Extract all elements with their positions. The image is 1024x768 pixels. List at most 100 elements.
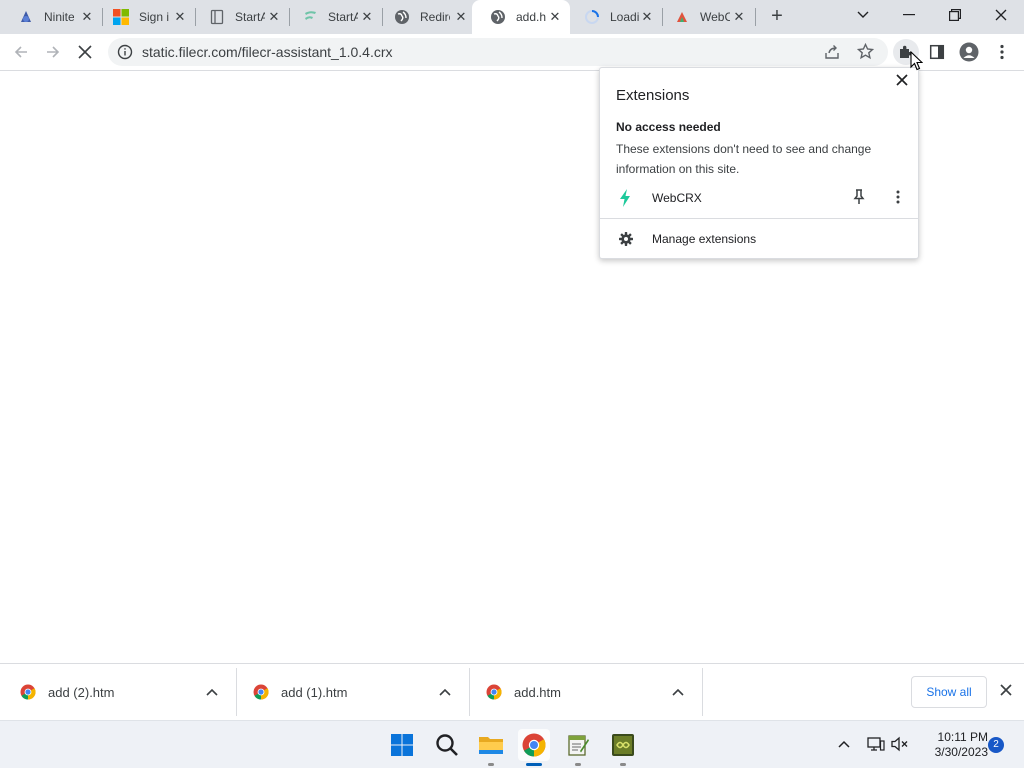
manage-extensions-label: Manage extensions [652,232,757,246]
clock-date: 3/30/2023 [934,745,988,759]
url-text[interactable]: static.filecr.com/filecr-assistant_1.0.4… [142,44,393,60]
close-tab-icon[interactable]: ✕ [732,10,746,24]
chevron-up-icon[interactable] [670,684,686,700]
chevron-up-icon[interactable] [204,684,220,700]
close-tab-icon[interactable]: ✕ [548,10,562,24]
download-file-name: add (1).htm [281,685,348,700]
globe-icon [394,9,410,25]
mouse-cursor-icon [910,50,924,76]
back-arrow-icon[interactable] [9,40,33,64]
windows-start-icon[interactable] [386,729,418,761]
minimize-icon[interactable] [895,4,923,26]
download-item[interactable]: add (1).htm [233,664,467,720]
side-panel-icon[interactable] [925,40,949,64]
section-heading: No access needed [616,120,721,134]
close-tab-icon[interactable]: ✕ [640,10,654,24]
microsoft-icon [113,9,129,25]
system-clock[interactable]: 10:11 PM 3/30/2023 [920,730,988,760]
volume-muted-icon[interactable] [890,733,910,755]
gear-icon [619,232,633,251]
webcrx-bolt-icon [618,189,632,212]
tab-search-chevron-icon[interactable] [849,4,877,26]
show-all-button[interactable]: Show all [911,676,987,708]
divider [600,218,918,219]
extension-more-icon[interactable] [896,190,900,209]
stop-loading-icon[interactable] [73,40,97,64]
tab-title: StartAllBack [328,10,358,24]
menu-more-icon[interactable] [990,40,1014,64]
tab-separator [755,8,756,26]
tab-title: StartAllBack [235,10,265,24]
tab-title: Sign in [139,10,169,24]
f-logo-icon [302,9,318,25]
search-icon[interactable] [431,729,463,761]
tab-webcrx[interactable]: WebCRX ✕ [656,0,754,34]
tab-strip: Ninite ✕ Sign in ✕ StartAllBack ✕ StartA… [0,0,1024,34]
tab-title: Ninite [44,10,74,24]
tab-add-htm[interactable]: add.htm ✕ [472,0,570,34]
clock-time: 10:11 PM [937,730,988,744]
chevron-up-icon[interactable] [437,684,453,700]
address-bar[interactable]: static.filecr.com/filecr-assistant_1.0.4… [108,38,888,66]
download-file-name: add.htm [514,685,561,700]
ninite-icon [18,9,34,25]
site-info-icon[interactable] [117,44,133,65]
tab-loading[interactable]: Loading ✕ [566,0,662,34]
tab-sign-in[interactable]: Sign in ✕ [95,0,195,34]
close-tab-icon[interactable]: ✕ [454,10,468,24]
tab-startallback-2[interactable]: StartAllBack ✕ [284,0,382,34]
bookmark-star-icon[interactable] [856,42,875,65]
chrome-file-icon [486,684,502,700]
running-indicator [620,763,626,766]
manage-extensions-button[interactable]: Manage extensions [600,226,918,252]
webcrx-icon [674,9,690,25]
download-separator [702,668,703,716]
close-tab-icon[interactable]: ✕ [173,10,187,24]
browser-toolbar: static.filecr.com/filecr-assistant_1.0.4… [0,34,1024,71]
profile-avatar-icon[interactable] [957,40,981,64]
tab-startallback-1[interactable]: StartAllBack ✕ [191,0,289,34]
extension-row-webcrx[interactable]: WebCRX [600,185,918,211]
game-app-icon[interactable] [607,729,639,766]
chrome-file-icon [20,684,36,700]
windows-taskbar: 10:11 PM 3/30/2023 2 [0,720,1024,768]
extensions-popup: Extensions No access needed These extens… [599,67,919,259]
download-item[interactable]: add (2).htm [0,664,234,720]
new-tab-button[interactable]: + [766,6,788,28]
tab-ninite[interactable]: Ninite ✕ [0,0,102,34]
share-icon[interactable] [824,44,840,65]
restore-icon[interactable] [941,4,969,26]
close-tab-icon[interactable]: ✕ [80,10,94,24]
popup-title: Extensions [616,87,690,104]
tab-title: Loading [610,10,640,24]
tab-title: WebCRX [700,10,730,24]
forward-arrow-icon[interactable] [41,40,65,64]
pin-icon[interactable] [853,189,865,210]
chrome-taskbar-icon[interactable] [518,729,550,766]
extension-name: WebCRX [652,191,702,205]
running-indicator [526,763,542,766]
close-window-icon[interactable] [987,4,1015,26]
running-indicator [488,763,494,766]
document-icon [209,9,225,25]
download-bar: add (2).htm add (1).htm add.htm Show all [0,663,1024,720]
notepad-app-icon[interactable] [562,729,594,766]
running-indicator [575,763,581,766]
close-tab-icon[interactable]: ✕ [267,10,281,24]
loading-spinner-icon [584,9,600,25]
close-icon[interactable] [894,74,910,90]
globe-icon [490,9,506,25]
file-explorer-icon[interactable] [475,729,507,766]
network-icon[interactable] [866,733,886,755]
tray-chevron-up-icon[interactable] [834,733,854,755]
download-item[interactable]: add.htm [466,664,700,720]
close-tab-icon[interactable]: ✕ [360,10,374,24]
section-description: These extensions don't need to see and c… [616,142,872,176]
close-download-bar-icon[interactable] [996,682,1016,702]
tab-title: Redirect [420,10,450,24]
tab-redirect[interactable]: Redirect ✕ [376,0,476,34]
tab-title: add.htm [516,10,546,24]
notification-badge[interactable]: 2 [988,737,1004,753]
chrome-file-icon [253,684,269,700]
download-file-name: add (2).htm [48,685,115,700]
